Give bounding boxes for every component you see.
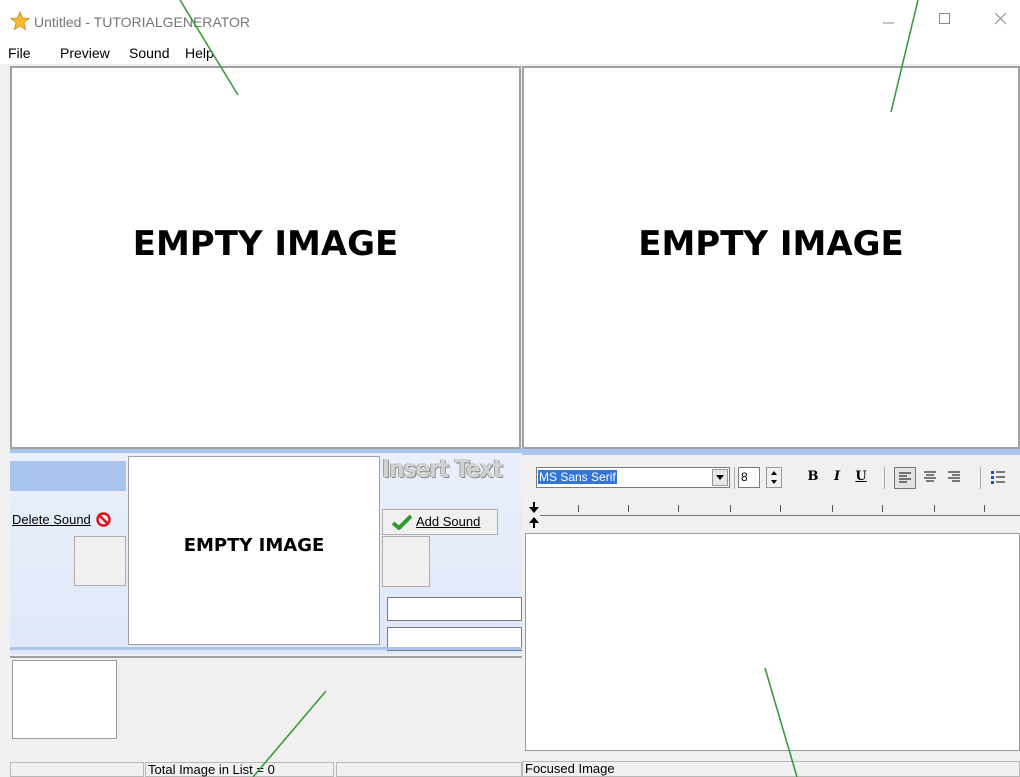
left-preview-pane[interactable]: EMPTY IMAGE [10,66,521,449]
thumb-empty-image-label: EMPTY IMAGE [183,535,325,556]
font-name-dropdown-button[interactable] [712,469,728,486]
ruler-tick [730,505,731,512]
close-button[interactable] [978,6,1020,36]
add-sound-button[interactable]: Add Sound [382,509,498,535]
align-right-icon [948,471,960,482]
bullets-button[interactable] [988,467,1010,489]
menu-help[interactable]: Help [185,45,214,61]
maximize-button[interactable] [922,6,968,36]
font-name-select[interactable]: MS Sans Serif [536,467,730,488]
align-left-button[interactable] [894,467,916,489]
focused-image-status: Focused Image [522,761,1020,777]
underline-button[interactable]: U [850,466,872,488]
indent-marker-icon [529,502,539,528]
right-sound-slot-button[interactable] [382,536,430,587]
delete-sound-button[interactable]: Delete Sound [12,510,112,530]
title-bar: Untitled - TUTORIALGENERATOR [0,0,1020,42]
window-title: Untitled - TUTORIALGENERATOR [34,14,251,30]
right-preview-pane[interactable]: EMPTY IMAGE [522,66,1020,449]
font-name-value: MS Sans Serif [538,470,617,484]
sound-panel: Delete Sound EMPTY IMAGE Insert Text Add… [10,449,522,654]
thumbnail-preview[interactable]: EMPTY IMAGE [128,456,380,645]
left-empty-image-label: EMPTY IMAGE [132,224,399,264]
menu-bar: File Preview Sound Help [0,42,1020,64]
ruler-tick [678,505,679,512]
close-icon [994,12,1007,25]
ruler-tick [984,505,985,512]
bullet-list-icon [991,471,1005,484]
image-count-status: Total Image in List = 0 [145,762,334,777]
align-center-icon [924,471,936,482]
align-right-button[interactable] [944,467,966,489]
star-icon [10,11,30,31]
toolbar-separator-2 [884,467,885,489]
status-cell-blank-2 [336,762,522,777]
ruler-tick [780,505,781,512]
menu-file[interactable]: File [8,45,31,61]
minimize-button[interactable] [866,6,912,36]
menu-sound[interactable]: Sound [129,45,169,61]
toolbar-separator [734,467,735,489]
align-center-button[interactable] [920,467,942,489]
checkmark-icon [391,514,413,530]
font-size-field[interactable]: 8 [738,467,760,488]
insert-text-button[interactable]: Insert Text [382,454,503,483]
ruler-tick [628,505,629,512]
italic-button[interactable]: I [826,466,848,488]
rich-text-area[interactable] [525,533,1020,751]
editor-accent-bar [522,449,1020,455]
prohibited-icon [96,512,112,527]
image-list-panel [10,656,522,763]
ruler-tick [578,505,579,512]
right-empty-image-label: EMPTY IMAGE [638,224,904,264]
ruler-baseline [540,515,1020,516]
sound-accent-bar [10,461,126,491]
text-editor-panel: MS Sans Serif 8 B I U [522,449,1020,761]
ruler-tick [832,505,833,512]
left-sound-slot-button[interactable] [74,536,126,586]
maximize-icon [939,13,950,24]
ruler-tick [882,505,883,512]
delete-sound-label: Delete Sound [12,512,91,527]
ruler-tick [934,505,935,512]
font-size-spinner[interactable] [766,467,782,488]
bold-button[interactable]: B [802,466,824,488]
chevron-down-icon [716,475,724,480]
image-list-thumb[interactable] [12,660,117,739]
align-left-icon [899,472,911,483]
add-sound-label: Add Sound [416,514,481,529]
ruler[interactable] [522,499,1020,533]
minimize-icon [883,22,894,24]
spinner-arrows-icon [771,471,777,484]
sound-name-field[interactable] [387,597,522,621]
panel-accent-bar [10,449,522,453]
panel-bottom-accent [10,647,522,650]
toolbar-separator-3 [980,467,981,489]
menu-preview[interactable]: Preview [60,45,110,61]
status-cell-blank-1 [10,762,144,777]
